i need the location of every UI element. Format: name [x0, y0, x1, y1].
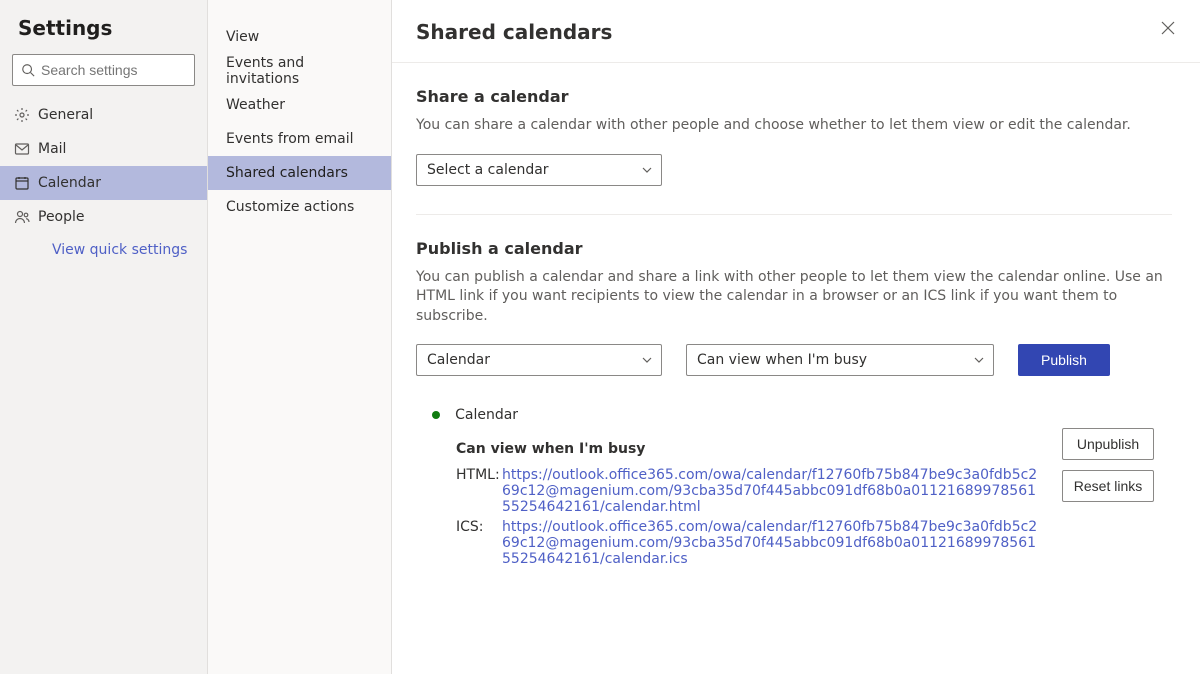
- close-icon: [1161, 21, 1175, 35]
- dropdown-value: Calendar: [427, 352, 490, 368]
- sidebar-item-mail[interactable]: Mail: [0, 132, 207, 166]
- ics-link-label: ICS:: [456, 519, 502, 567]
- publish-description: You can publish a calendar and share a l…: [416, 268, 1172, 327]
- publish-heading: Publish a calendar: [416, 239, 1172, 258]
- html-link-label: HTML:: [456, 467, 502, 515]
- share-calendar-section: Share a calendar You can share a calenda…: [416, 63, 1172, 214]
- dropdown-value: Select a calendar: [427, 162, 549, 178]
- subnav-item-view[interactable]: View: [208, 20, 391, 54]
- calendar-subnav: View Events and invitations Weather Even…: [208, 0, 392, 674]
- unpublish-button[interactable]: Unpublish: [1062, 428, 1154, 460]
- publish-calendar-dropdown[interactable]: Calendar: [416, 344, 662, 376]
- ics-link-row: ICS: https://outlook.office365.com/owa/c…: [456, 519, 1042, 567]
- chevron-down-icon: [641, 164, 653, 176]
- subnav-item-events-invitations[interactable]: Events and invitations: [208, 54, 391, 88]
- search-settings-input[interactable]: [41, 62, 222, 78]
- subnav-item-weather[interactable]: Weather: [208, 88, 391, 122]
- view-quick-settings-link[interactable]: View quick settings: [0, 234, 207, 266]
- sidebar-item-label: Mail: [38, 141, 66, 157]
- publish-button[interactable]: Publish: [1018, 344, 1110, 376]
- published-calendar-name: Calendar: [455, 407, 518, 423]
- main-panel: Shared calendars Share a calendar You ca…: [392, 0, 1200, 674]
- share-description: You can share a calendar with other peop…: [416, 116, 1172, 136]
- subnav-item-events-from-email[interactable]: Events from email: [208, 122, 391, 156]
- calendar-icon: [14, 175, 38, 191]
- sidebar-item-people[interactable]: People: [0, 200, 207, 234]
- reset-links-button[interactable]: Reset links: [1062, 470, 1154, 502]
- sidebar-item-general[interactable]: General: [0, 98, 207, 132]
- publish-calendar-section: Publish a calendar You can publish a cal…: [416, 214, 1172, 600]
- mail-icon: [14, 141, 38, 157]
- close-button[interactable]: [1154, 14, 1182, 42]
- share-select-calendar-dropdown[interactable]: Select a calendar: [416, 154, 662, 186]
- subnav-item-shared-calendars[interactable]: Shared calendars: [208, 156, 391, 190]
- dropdown-value: Can view when I'm busy: [697, 352, 867, 368]
- people-icon: [14, 209, 38, 225]
- search-settings-box[interactable]: [12, 54, 195, 86]
- share-heading: Share a calendar: [416, 87, 1172, 106]
- chevron-down-icon: [641, 354, 653, 366]
- html-link-row: HTML: https://outlook.office365.com/owa/…: [456, 467, 1042, 515]
- published-actions: Unpublish Reset links: [1062, 404, 1172, 571]
- settings-title: Settings: [0, 12, 207, 54]
- published-details: Calendar Can view when I'm busy HTML: ht…: [416, 404, 1042, 571]
- gear-icon: [14, 107, 38, 123]
- html-link-url[interactable]: https://outlook.office365.com/owa/calend…: [502, 467, 1042, 515]
- published-name-row: Calendar: [432, 404, 1042, 423]
- ics-link-url[interactable]: https://outlook.office365.com/owa/calend…: [502, 519, 1042, 567]
- publish-permission-dropdown[interactable]: Can view when I'm busy: [686, 344, 994, 376]
- sidebar-item-label: Calendar: [38, 175, 101, 191]
- sidebar-item-label: People: [38, 209, 85, 225]
- sidebar-item-calendar[interactable]: Calendar: [0, 166, 207, 200]
- page-title: Shared calendars: [416, 20, 1172, 44]
- status-dot-icon: [432, 411, 440, 419]
- search-icon: [21, 63, 35, 77]
- settings-sidebar: Settings General Mail Calendar People Vi…: [0, 0, 208, 674]
- published-permission: Can view when I'm busy: [456, 441, 1042, 457]
- published-calendar-item: Calendar Can view when I'm busy HTML: ht…: [416, 404, 1172, 571]
- subnav-item-customize-actions[interactable]: Customize actions: [208, 190, 391, 224]
- publish-controls-row: Calendar Can view when I'm busy Publish: [416, 344, 1172, 376]
- sidebar-item-label: General: [38, 107, 93, 123]
- chevron-down-icon: [973, 354, 985, 366]
